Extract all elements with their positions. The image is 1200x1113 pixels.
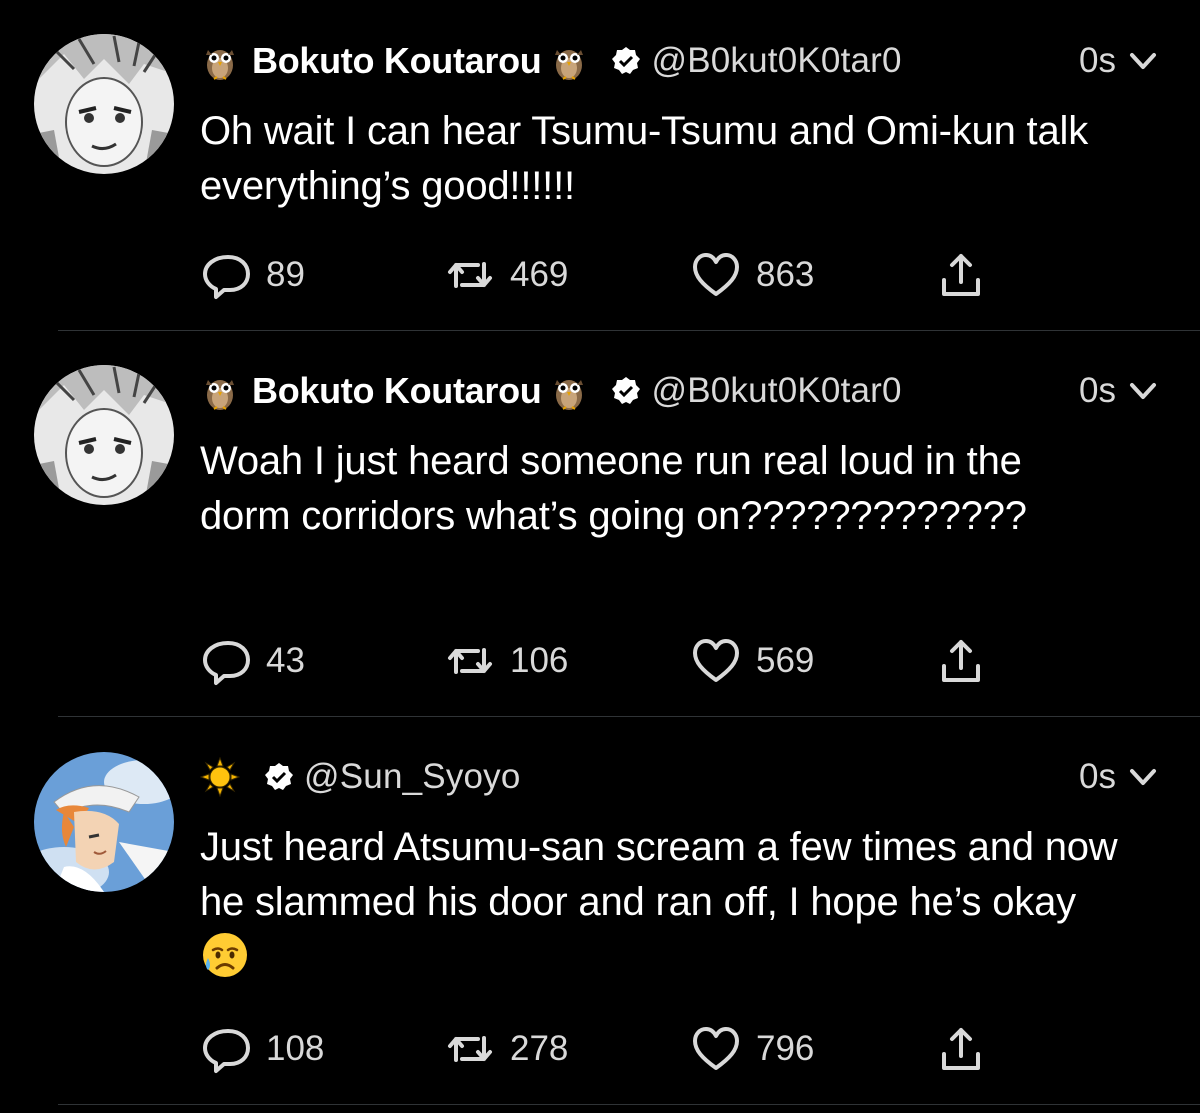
- avatar[interactable]: [34, 365, 174, 505]
- like-button[interactable]: 796: [690, 1024, 814, 1074]
- display-name[interactable]: Bokuto Koutarou: [252, 40, 542, 82]
- tweet-text: Oh wait I can hear Tsumu-Tsumu and Omi-k…: [200, 109, 1089, 208]
- tweet-actions: 108 278 796: [200, 1024, 1000, 1074]
- handle[interactable]: @B0kut0K0tar0: [651, 41, 901, 81]
- reply-button[interactable]: 108: [200, 1024, 324, 1074]
- share-icon: [935, 250, 987, 300]
- like-count: 796: [756, 1029, 815, 1068]
- divider: [58, 330, 1200, 331]
- tweet-header: Bokuto Koutarou @B0kut0K0tar0 0s: [200, 36, 1160, 86]
- chevron-down-icon[interactable]: [1126, 374, 1160, 408]
- handle[interactable]: @B0kut0K0tar0: [651, 371, 901, 411]
- share-button[interactable]: [935, 636, 987, 686]
- reply-icon: [200, 636, 252, 686]
- divider: [58, 716, 1200, 717]
- retweet-icon: [444, 636, 496, 686]
- chevron-down-icon[interactable]: [1126, 44, 1160, 78]
- owl-emoji: [200, 371, 240, 411]
- reply-count: 89: [266, 255, 305, 294]
- display-name[interactable]: Bokuto Koutarou: [252, 370, 542, 412]
- retweet-count: 106: [510, 641, 569, 680]
- retweet-count: 278: [510, 1029, 569, 1068]
- like-button[interactable]: 863: [690, 250, 814, 300]
- reply-button[interactable]: 43: [200, 636, 305, 686]
- divider: [58, 1104, 1200, 1105]
- tweet-actions: 43 106 569: [200, 636, 1000, 686]
- owl-emoji: [549, 41, 589, 81]
- timestamp[interactable]: 0s: [1079, 757, 1116, 797]
- tweet-text: Just heard Atsumu-san scream a few times…: [200, 820, 1120, 987]
- like-count: 863: [756, 255, 815, 294]
- timestamp[interactable]: 0s: [1079, 371, 1116, 411]
- share-button[interactable]: [935, 1024, 987, 1074]
- owl-emoji: [549, 371, 589, 411]
- retweet-icon: [444, 1024, 496, 1074]
- verified-badge-icon: [611, 46, 641, 76]
- chevron-down-icon[interactable]: [1126, 760, 1160, 794]
- retweet-count: 469: [510, 255, 569, 294]
- reply-icon: [200, 250, 252, 300]
- reply-icon: [200, 1024, 252, 1074]
- reply-count: 43: [266, 641, 305, 680]
- share-icon: [935, 636, 987, 686]
- retweet-button[interactable]: 106: [444, 636, 568, 686]
- tweet-text-content: Just heard Atsumu-san scream a few times…: [200, 825, 1118, 924]
- verified-badge-icon: [264, 762, 294, 792]
- heart-icon: [690, 636, 742, 686]
- like-button[interactable]: 569: [690, 636, 814, 686]
- tweet-header: @Sun_Syoyo 0s: [200, 752, 1160, 802]
- sad-relieved-face-emoji: [200, 930, 250, 980]
- verified-badge-icon: [611, 376, 641, 406]
- tweet-text: Woah I just heard someone run real loud …: [200, 439, 1027, 538]
- handle[interactable]: @Sun_Syoyo: [304, 757, 521, 797]
- tweet-header: Bokuto Koutarou @B0kut0K0tar0 0s: [200, 366, 1160, 416]
- sun-emoji: [200, 757, 240, 797]
- heart-icon: [690, 1024, 742, 1074]
- reply-count: 108: [266, 1029, 325, 1068]
- timestamp[interactable]: 0s: [1079, 41, 1116, 81]
- avatar[interactable]: [34, 752, 174, 892]
- share-button[interactable]: [935, 250, 987, 300]
- tweet-actions: 89 469 863: [200, 250, 1000, 300]
- retweet-icon: [444, 250, 496, 300]
- retweet-button[interactable]: 469: [444, 250, 568, 300]
- share-icon: [935, 1024, 987, 1074]
- retweet-button[interactable]: 278: [444, 1024, 568, 1074]
- avatar[interactable]: [34, 34, 174, 174]
- like-count: 569: [756, 641, 815, 680]
- heart-icon: [690, 250, 742, 300]
- owl-emoji: [200, 41, 240, 81]
- reply-button[interactable]: 89: [200, 250, 305, 300]
